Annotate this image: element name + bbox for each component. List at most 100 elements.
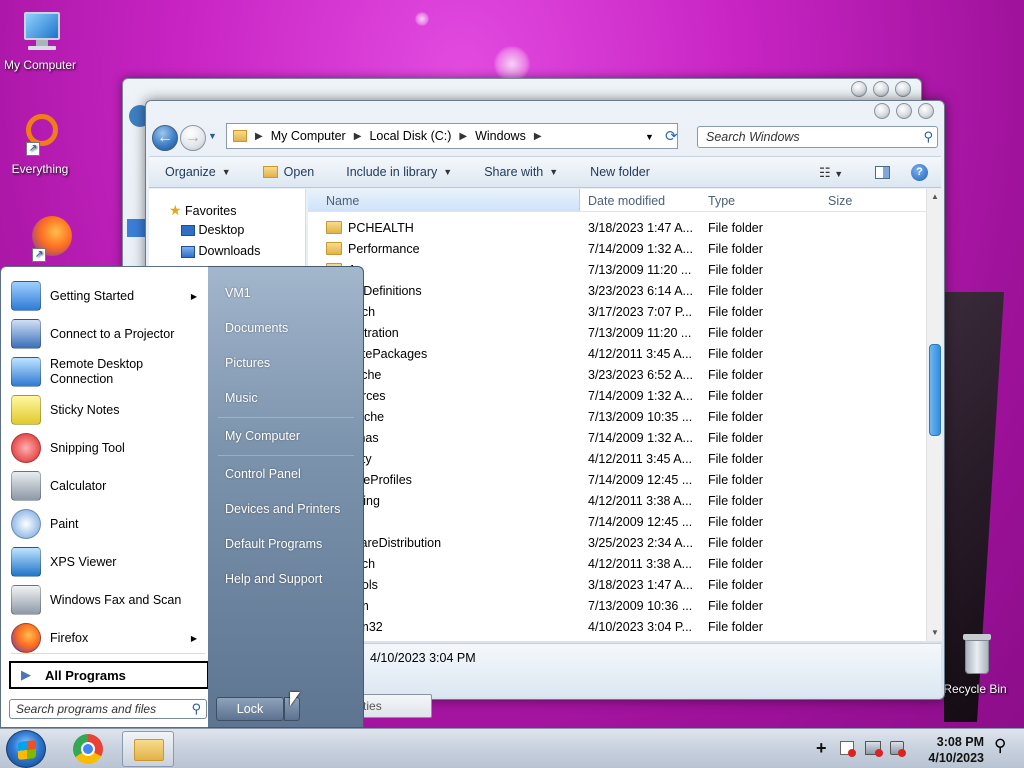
desktop-icon-my-computer[interactable]: My Computer <box>0 8 80 72</box>
file-row[interactable]: notePackages 4/12/2011 3:45 A... File fold… <box>308 344 926 365</box>
file-row[interactable]: Performance 7/14/2009 1:32 A... File folde… <box>308 239 926 260</box>
view-options-icon[interactable]: ☷ ▼ <box>819 165 843 181</box>
file-row[interactable]: nbols3/18/2023 1:47 A...File folder <box>308 575 926 596</box>
search-input[interactable]: Search Windows ⚲ <box>697 126 938 148</box>
open-button[interactable]: Open <box>247 165 331 179</box>
scrollbar-thumb[interactable] <box>929 344 941 436</box>
address-bar[interactable]: ▶ My Computer ▶ Local Disk (C:) ▶ Window… <box>226 123 678 149</box>
file-row[interactable]: viceProfiles 7/14/2009 12:45 ... File fold… <box>308 470 926 491</box>
preview-pane-icon[interactable] <box>875 166 890 179</box>
scroll-up-icon[interactable]: ▲ <box>927 189 943 205</box>
file-row[interactable]: Cache 7/13/2009 10:35 ... File folder <box>308 407 926 428</box>
refresh-icon[interactable]: ⟳ <box>665 127 678 145</box>
back-button[interactable]: ← <box>152 125 178 151</box>
breadcrumb-my-computer[interactable]: My Computer <box>271 129 346 143</box>
start-program-connect-projector[interactable]: Connect to a Projector <box>11 316 207 352</box>
all-programs-button[interactable]: ▶ All Programs <box>9 661 209 689</box>
minimize-button[interactable] <box>851 81 867 97</box>
start-item-help-support[interactable]: Help and Support <box>225 572 322 586</box>
start-item-my-computer[interactable]: My Computer <box>225 429 300 443</box>
volume-muted-icon[interactable] <box>890 741 906 757</box>
computer-icon <box>16 8 64 56</box>
maximize-button[interactable] <box>873 81 889 97</box>
file-row[interactable]: up7/14/2009 12:45 ...File folder <box>308 512 926 533</box>
file-row[interactable]: tem32 4/10/2023 3:04 P... File folder <box>308 617 926 638</box>
file-row[interactable]: A7/13/2009 11:20 ...File folder <box>308 260 926 281</box>
start-orb-button[interactable] <box>6 730 46 768</box>
wallpaper-bubble <box>494 46 530 82</box>
start-program-calculator[interactable]: Calculator <box>11 468 207 504</box>
new-folder-button[interactable]: New folder <box>574 165 666 179</box>
column-date-modified[interactable]: Date modified <box>588 194 665 208</box>
start-item-devices-printers[interactable]: Devices and Printers <box>225 502 340 516</box>
maximize-button[interactable] <box>896 103 912 119</box>
lock-button[interactable]: Lock <box>216 697 284 721</box>
open-label: Open <box>283 165 315 179</box>
column-size[interactable]: Size <box>828 194 852 208</box>
file-row[interactable]: tem7/13/2009 10:36 ...File folder <box>308 596 926 617</box>
start-program-remote-desktop[interactable]: Remote Desktop Connection <box>11 354 207 390</box>
connect-projector-icon <box>11 319 41 349</box>
network-icon[interactable] <box>865 741 883 757</box>
share-with-button[interactable]: Share with ▼ <box>468 165 574 179</box>
nav-downloads[interactable]: Downloads <box>181 244 260 258</box>
desktop-icon-recycle-bin[interactable]: Recycle Bin <box>935 632 1015 696</box>
action-center-icon[interactable] <box>840 741 856 757</box>
file-row[interactable]: emas7/14/2009 1:32 A...File folder <box>308 428 926 449</box>
search-icon[interactable]: ⚲ <box>994 736 1006 756</box>
getting-started-icon <box>11 281 41 311</box>
taskbar-chrome-button[interactable] <box>62 731 114 767</box>
show-hidden-icons-icon[interactable]: + <box>816 738 827 759</box>
file-row[interactable]: urity4/12/2011 3:45 A...File folder <box>308 449 926 470</box>
file-row[interactable]: icyDefinitions 3/23/2023 6:14 A... File fo… <box>308 281 926 302</box>
start-item-user[interactable]: VM1 <box>225 286 251 300</box>
desktop-icon-everything[interactable]: ↗ Everything <box>0 112 80 176</box>
start-item-music[interactable]: Music <box>225 391 258 405</box>
start-program-snipping-tool[interactable]: Snipping Tool <box>11 430 207 466</box>
start-program-firefox[interactable]: Firefox ▶ <box>11 620 207 656</box>
start-search-input[interactable]: Search programs and files ⚲ <box>9 699 207 719</box>
minimize-button[interactable] <box>874 103 890 119</box>
file-date: 7/14/2009 12:45 ... <box>588 515 693 529</box>
close-button[interactable] <box>918 103 934 119</box>
file-row[interactable]: gistration 7/13/2009 11:20 ... File folder <box>308 323 926 344</box>
start-program-fax-scan[interactable]: Windows Fax and Scan <box>11 582 207 618</box>
help-icon[interactable]: ? <box>911 164 928 181</box>
start-program-paint[interactable]: Paint <box>11 506 207 542</box>
start-program-sticky-notes[interactable]: Sticky Notes <box>11 392 207 428</box>
address-dropdown-icon[interactable]: ▼ <box>645 132 654 142</box>
organize-button[interactable]: Organize ▼ <box>149 165 247 179</box>
file-row[interactable]: twareDistribution 3/25/2023 2:34 A... File… <box>308 533 926 554</box>
file-row[interactable]: eech4/12/2011 3:38 A...File folder <box>308 554 926 575</box>
file-row[interactable]: ources 7/14/2009 1:32 A... File folder <box>308 386 926 407</box>
start-item-pictures[interactable]: Pictures <box>225 356 270 370</box>
start-program-xps-viewer[interactable]: XPS Viewer <box>11 544 207 580</box>
file-row[interactable]: PCHEALTH 3/18/2023 1:47 A... File folder <box>308 218 926 239</box>
breadcrumb-windows[interactable]: Windows <box>475 129 526 143</box>
include-in-library-button[interactable]: Include in library ▼ <box>330 165 468 179</box>
start-program-getting-started[interactable]: Getting Started ▶ <box>11 278 207 314</box>
new-folder-label: New folder <box>590 165 650 179</box>
nav-favorites[interactable]: ★ Favorites <box>169 202 236 219</box>
start-item-default-programs[interactable]: Default Programs <box>225 537 322 551</box>
breadcrumb-local-disk[interactable]: Local Disk (C:) <box>369 129 451 143</box>
file-row[interactable]: cache 3/23/2023 6:52 A... File folder <box>308 365 926 386</box>
nav-desktop[interactable]: Desktop <box>181 223 244 237</box>
folder-icon <box>233 130 247 142</box>
start-menu-programs: Getting Started ▶ Connect to a Projector Re… <box>0 266 210 728</box>
start-item-documents[interactable]: Documents <box>225 321 288 335</box>
file-date: 3/25/2023 2:34 A... <box>588 536 693 550</box>
start-item-control-panel[interactable]: Control Panel <box>225 467 301 481</box>
column-name[interactable]: Name <box>326 194 359 208</box>
scroll-down-icon[interactable]: ▼ <box>927 625 943 641</box>
taskbar-explorer-button[interactable] <box>122 731 174 767</box>
desktop-icon-firefox[interactable]: ↗ <box>0 212 80 262</box>
forward-button[interactable]: → <box>180 125 206 151</box>
close-button[interactable] <box>895 81 911 97</box>
taskbar-clock[interactable]: 3:08 PM 4/10/2023 <box>928 734 984 766</box>
column-type[interactable]: Type <box>708 194 735 208</box>
file-row[interactable]: fetch3/17/2023 7:07 P...File folder <box>308 302 926 323</box>
vertical-scrollbar[interactable]: ▲ ▼ <box>926 189 942 641</box>
file-row[interactable]: vicing4/12/2011 3:38 A...File folder <box>308 491 926 512</box>
recent-pages-chevron-icon[interactable]: ▼ <box>208 131 217 141</box>
